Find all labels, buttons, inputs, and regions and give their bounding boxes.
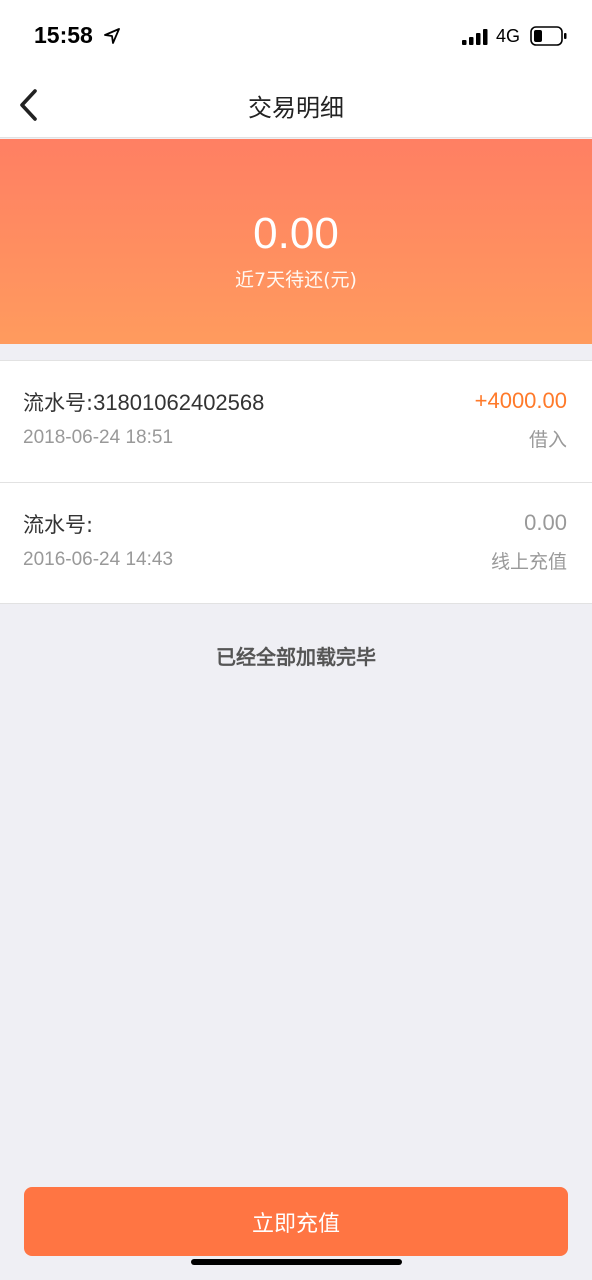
summary-banner: 0.00 近7天待还(元): [0, 139, 592, 344]
all-loaded-text: 已经全部加载完毕: [216, 645, 376, 669]
transaction-time: 2016-06-24 14:43: [23, 549, 174, 570]
serial-number: 流水号:: [23, 509, 93, 539]
screen: 15:58 4G 交易明细 0.00 近7天待还(元) 流水号:31801062…: [0, 0, 592, 1280]
transaction-amount: +4000.00: [474, 388, 567, 413]
transaction-type: 借入: [528, 429, 567, 451]
transaction-amount: 0.00: [524, 510, 567, 535]
page-title: 交易明细: [248, 94, 344, 122]
recharge-button[interactable]: 立即充值: [24, 1187, 568, 1256]
serial-value: 31801062402568: [93, 390, 265, 415]
transaction-row[interactable]: 流水号: 2016-06-24 14:43 0.00 线上充值: [0, 482, 592, 603]
signal-icon: [462, 29, 488, 45]
transaction-time: 2018-06-24 18:51: [23, 427, 174, 448]
transaction-list: 流水号:31801062402568 2018-06-24 18:51 +400…: [0, 360, 592, 604]
home-indicator: [191, 1259, 402, 1265]
network-label: 4G: [496, 26, 521, 46]
status-bar: 15:58 4G: [0, 0, 592, 72]
serial-label: 流水号:: [23, 391, 94, 415]
pending-amount-label: 近7天待还(元): [235, 269, 357, 291]
battery-icon: [530, 26, 567, 46]
serial-label: 流水号:: [23, 513, 94, 537]
location-arrow-icon: [104, 28, 120, 44]
nav-bar: 交易明细: [0, 72, 592, 138]
transaction-row[interactable]: 流水号:31801062402568 2018-06-24 18:51 +400…: [0, 361, 592, 482]
transaction-type: 线上充值: [490, 551, 567, 573]
status-time: 15:58: [34, 22, 93, 48]
serial-number: 流水号:31801062402568: [23, 387, 264, 417]
pending-amount: 0.00: [253, 209, 339, 258]
